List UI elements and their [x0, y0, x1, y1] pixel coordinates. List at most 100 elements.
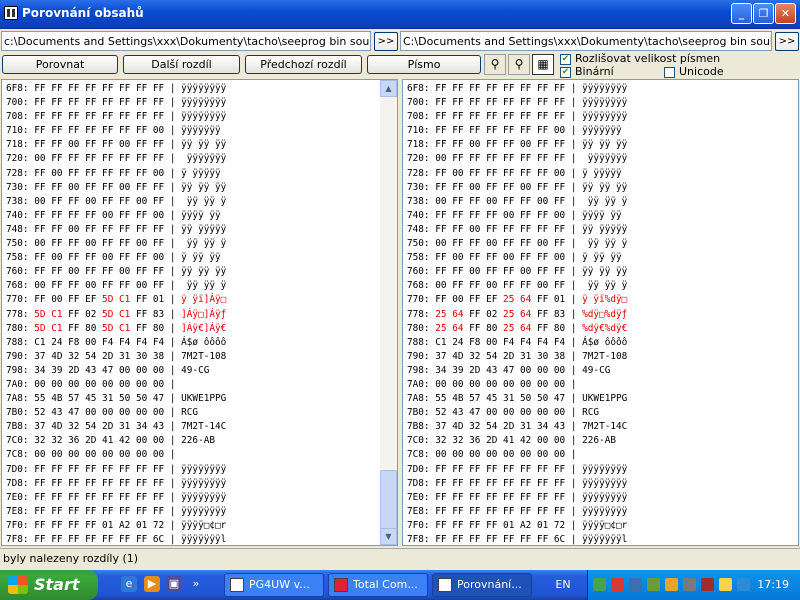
hex-byte: FF — [152, 238, 165, 250]
tray-monitor-icon[interactable] — [647, 578, 660, 591]
hex-byte: 37 — [34, 421, 46, 433]
case-sensitive-checkbox[interactable]: ✔ — [560, 54, 571, 65]
tray-network-icon[interactable] — [593, 578, 606, 591]
hex-byte: 00 — [553, 209, 566, 221]
hex-byte: 00 — [536, 407, 549, 419]
tray-flag-icon[interactable] — [701, 578, 714, 591]
hex-row: 710: FF FF FF FF FF FF FF 00 | ÿÿÿÿÿÿÿ — [407, 125, 622, 137]
hex-byte: 00 — [520, 139, 532, 151]
hex-row: 718: FF FF 00 FF FF 00 FF FF | ÿÿ ÿÿ ÿÿ — [407, 139, 628, 151]
hex-row-bytes: 00 00 00 00 00 00 00 00 — [34, 449, 164, 460]
hex-row-bytes: FF 00 FF EF 25 64 FF 01 — [435, 294, 565, 305]
scroll-up-icon[interactable]: ▲ — [380, 80, 397, 97]
hex-row-bytes: FF FF 00 FF FF 00 FF FF — [435, 182, 565, 193]
minimize-button[interactable]: _ — [731, 3, 752, 24]
hex-row: 790: 37 4D 32 54 2D 31 30 38 | 7M2T-108 — [6, 350, 227, 362]
hex-row: 7F0: FF FF FF FF 01 A2 01 72 | ÿÿÿÿ□¢□r — [407, 519, 628, 531]
next-difference-button[interactable]: Další rozdíl — [123, 55, 240, 74]
tray-antivirus-icon[interactable] — [611, 578, 624, 591]
right-path-input[interactable]: C:\Documents and Settings\xxx\Dokumenty\… — [400, 31, 772, 51]
hex-row: 7E8: FF FF FF FF FF FF FF FF | ÿÿÿÿÿÿÿÿ — [407, 505, 628, 517]
close-button[interactable]: ✕ — [775, 3, 796, 24]
hex-byte: FF — [553, 111, 566, 123]
start-button[interactable]: Start — [0, 570, 98, 600]
hex-byte: 00 — [553, 407, 566, 419]
hex-byte: 43 — [553, 421, 566, 433]
unicode-checkbox[interactable] — [664, 67, 675, 78]
task-porovnani[interactable]: Porovnání... — [432, 573, 532, 597]
hex-view-toggle-icon[interactable]: ▦ — [532, 54, 554, 75]
binary-label: Binární — [575, 65, 614, 78]
hex-byte: 64 — [520, 308, 532, 320]
hex-byte: FF — [119, 534, 131, 545]
compare-button[interactable]: Porovnat — [2, 55, 118, 74]
hex-row-bytes: FF 00 FF FF FF FF FF 00 — [34, 168, 164, 179]
hex-byte: 41 — [102, 435, 114, 447]
hex-byte: FF — [102, 280, 114, 292]
hex-row: 7B8: 37 4D 32 54 2D 31 34 43 | 7M2T-14C — [6, 421, 227, 433]
hex-byte: 52 — [435, 407, 447, 419]
save-icon[interactable]: ▣ — [166, 576, 182, 592]
scroll-thumb[interactable] — [380, 470, 397, 530]
language-indicator[interactable]: EN — [548, 570, 578, 600]
hex-byte: FF — [51, 491, 63, 503]
hex-row-ascii: 7M2T-108 — [181, 350, 227, 362]
hex-row-bytes: 34 39 2D 43 47 00 00 00 — [435, 365, 565, 376]
hex-byte: FF — [68, 97, 80, 109]
media-player-icon[interactable]: ▶ — [144, 576, 160, 592]
left-path-input[interactable]: c:\Documents and Settings\xxx\Dokumenty\… — [1, 31, 371, 51]
hex-byte: FF — [486, 83, 498, 94]
tray-alert-icon[interactable] — [719, 578, 732, 591]
total-commander-icon — [334, 578, 348, 592]
hex-byte: FF — [119, 167, 131, 179]
hex-row-address: 730: — [407, 181, 430, 193]
quicklaunch-more-icon[interactable]: » — [190, 576, 202, 592]
hex-byte: FF — [452, 97, 464, 109]
hex-row-ascii: 7M2T-108 — [582, 350, 628, 362]
left-browse-button[interactable]: >> — [374, 32, 398, 51]
title-bar[interactable]: Porovnání obsahů _ ❐ ✕ — [0, 0, 800, 29]
task-total-commander[interactable]: Total Com... — [328, 573, 428, 597]
hex-byte: FF — [520, 280, 532, 292]
previous-difference-button[interactable]: Předchozí rozdíl — [245, 55, 362, 74]
font-button[interactable]: Písmo — [367, 55, 481, 74]
tray-sound-icon[interactable] — [665, 578, 678, 591]
hex-byte: 32 — [34, 435, 46, 447]
hex-byte: F4 — [119, 336, 131, 348]
hex-row-ascii: ÿÿÿÿÿÿÿ — [582, 125, 622, 137]
hex-row-bytes: FF FF FF FF FF FF FF FF — [34, 111, 164, 122]
scroll-down-icon[interactable]: ▼ — [380, 528, 397, 545]
tray-app-icon[interactable] — [629, 578, 642, 591]
task-pg4uw[interactable]: PG4UW v... — [224, 573, 324, 597]
hex-byte: F4 — [520, 336, 532, 348]
hex-byte: FF — [520, 167, 532, 179]
hex-row: 738: 00 FF FF 00 FF FF 00 FF | ÿÿ ÿÿ ÿ — [407, 195, 628, 207]
hex-byte: FF — [503, 111, 515, 123]
tray-driver-icon[interactable] — [683, 578, 696, 591]
ie-icon[interactable]: e — [121, 576, 137, 592]
hex-byte: 00 — [469, 181, 481, 193]
right-browse-button[interactable]: >> — [775, 32, 799, 51]
right-hex-pane[interactable]: 6F8: FF FF FF FF FF FF FF FF | ÿÿÿÿÿÿÿÿ 7… — [402, 79, 799, 546]
tray-update-icon[interactable] — [737, 578, 750, 591]
maximize-button[interactable]: ❐ — [753, 3, 774, 24]
hex-byte: 00 — [119, 139, 131, 151]
hex-byte: FF — [135, 505, 148, 517]
left-hex-pane[interactable]: 6F8: FF FF FF FF FF FF FF FF | ÿÿÿÿÿÿÿÿ 7… — [1, 79, 398, 546]
hex-row-ascii: ÿÿ ÿÿ ÿÿ — [181, 266, 227, 278]
hex-byte: 00 — [486, 238, 498, 250]
find-binoculars-icon[interactable]: ⚲ — [484, 54, 506, 75]
hex-byte: FF — [68, 83, 80, 94]
vertical-scrollbar[interactable]: ▲ ▼ — [380, 80, 397, 545]
hex-row-address: 738: — [6, 195, 29, 207]
binary-checkbox[interactable]: ✔ — [560, 67, 571, 78]
hex-byte: FF — [520, 491, 532, 503]
hex-byte: 00 — [51, 294, 63, 306]
app-icon[interactable] — [4, 6, 18, 20]
hex-row-address: 7F8: — [407, 534, 430, 545]
right-hex-dump: 6F8: FF FF FF FF FF FF FF FF | ÿÿÿÿÿÿÿÿ 7… — [407, 82, 628, 545]
hex-row: 7E8: FF FF FF FF FF FF FF FF | ÿÿÿÿÿÿÿÿ — [6, 505, 227, 517]
hex-byte: FF — [435, 83, 447, 94]
find-next-binoculars-icon[interactable]: ⚲ — [508, 54, 530, 75]
hex-byte: 00 — [503, 449, 515, 461]
